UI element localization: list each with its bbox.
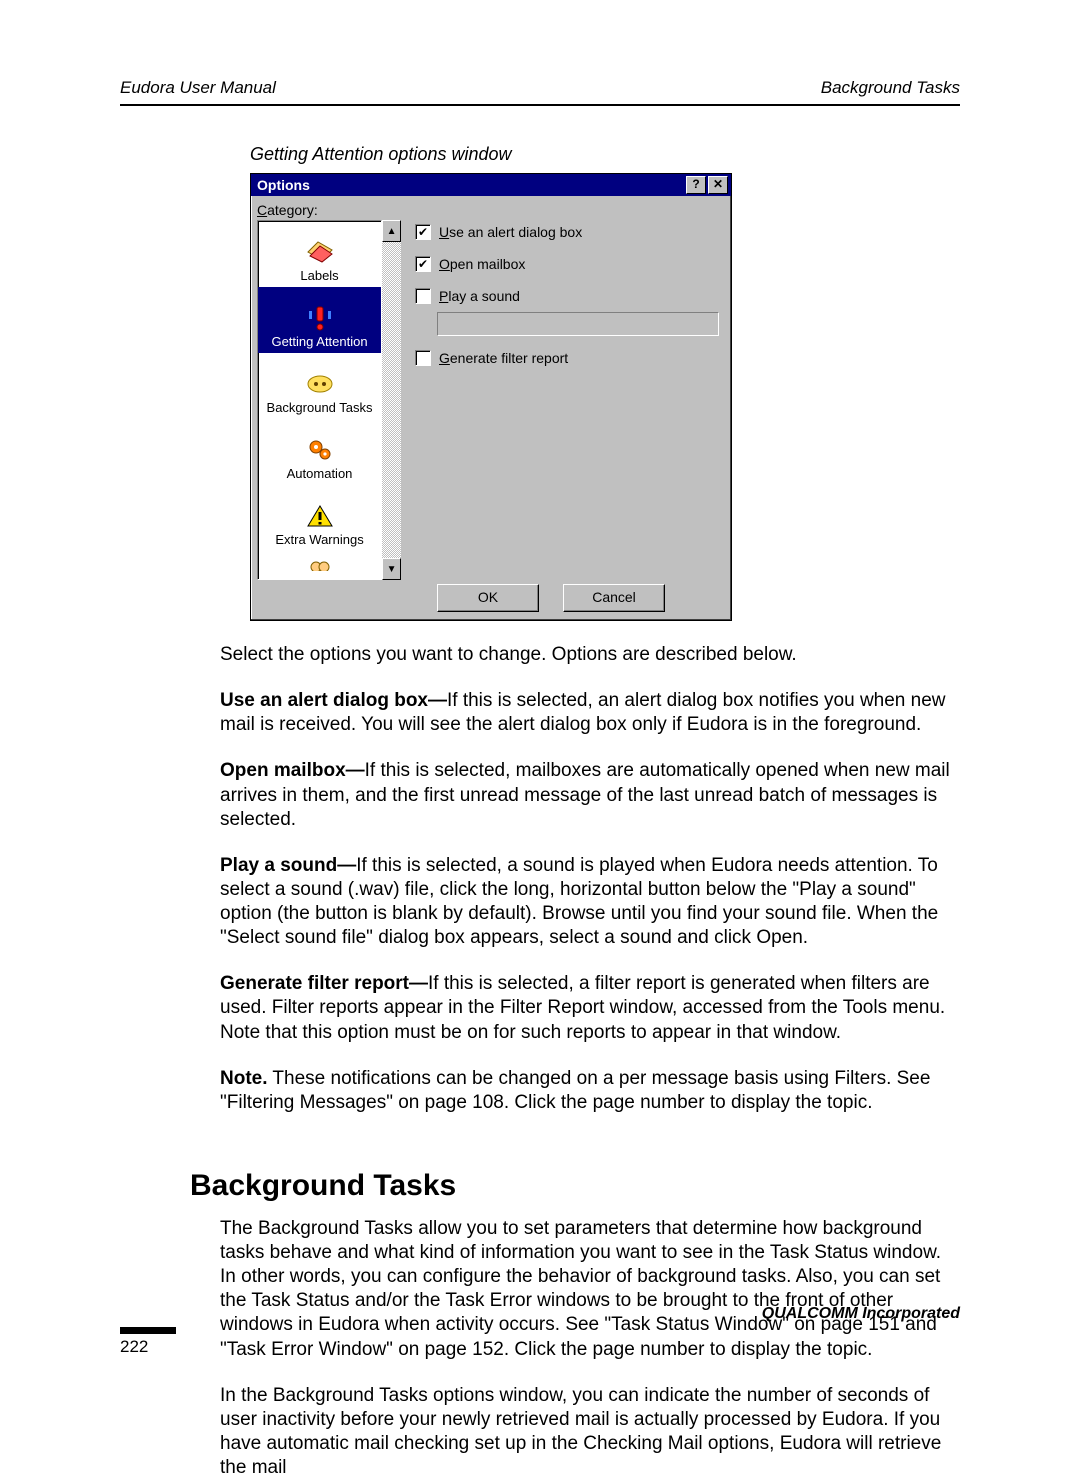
- category-label-text: Background Tasks: [267, 400, 373, 415]
- category-list[interactable]: Labels Getting Attention Background Task…: [257, 220, 382, 580]
- paragraph-open-mailbox: Open mailbox—If this is selected, mailbo…: [220, 759, 960, 831]
- close-button[interactable]: ✕: [708, 176, 728, 194]
- help-button[interactable]: ?: [686, 176, 706, 194]
- page-footer: QUALCOMM Incorporated 222: [120, 1305, 960, 1357]
- category-scrollbar[interactable]: ▲ ▼: [382, 220, 401, 580]
- options-panel: ✔ Use an alert dialog box ✔ Open mailbox…: [401, 220, 725, 580]
- titlebar[interactable]: Options ? ✕: [251, 174, 731, 196]
- category-label-text: Extra Warnings: [275, 532, 363, 547]
- header-rule: [120, 104, 960, 106]
- options-window: Options ? ✕ Category: Labels: [250, 173, 732, 621]
- footer-company: QUALCOMM Incorporated: [120, 1305, 960, 1323]
- option-label: Open mailbox: [439, 256, 525, 272]
- ok-button[interactable]: OK: [437, 584, 539, 612]
- option-label: Generate filter report: [439, 350, 568, 366]
- paragraph-use-alert: Use an alert dialog box—If this is selec…: [220, 689, 960, 737]
- automation-icon: [304, 436, 336, 464]
- category-item-background-tasks[interactable]: Background Tasks: [258, 353, 381, 419]
- scroll-down-button[interactable]: ▼: [382, 558, 401, 580]
- checkbox-filter-report[interactable]: [415, 350, 431, 366]
- para-text: These notifications can be changed on a …: [220, 1068, 930, 1113]
- paragraph-play-sound: Play a sound—If this is selected, a soun…: [220, 854, 960, 951]
- scroll-up-button[interactable]: ▲: [382, 220, 401, 242]
- bold-lead: Note.: [220, 1068, 268, 1089]
- bold-lead: Generate filter report—: [220, 973, 428, 994]
- checkbox-use-alert[interactable]: ✔: [415, 224, 431, 240]
- dialog-button-row: OK Cancel: [257, 580, 725, 614]
- window-body: Category: Labels Getting Attention: [251, 196, 731, 620]
- body-text: Select the options you want to change. O…: [220, 643, 960, 1115]
- window-middle: Labels Getting Attention Background Task…: [257, 220, 725, 580]
- section-heading-background-tasks: Background Tasks: [190, 1169, 960, 1203]
- category-item-partial[interactable]: [258, 551, 381, 579]
- sound-file-button[interactable]: [437, 312, 719, 336]
- category-item-labels[interactable]: Labels: [258, 221, 381, 287]
- labels-icon: [304, 238, 336, 266]
- category-label-text: Labels: [300, 268, 338, 283]
- scroll-track[interactable]: [382, 242, 401, 558]
- option-label: Use an alert dialog box: [439, 224, 582, 240]
- option-use-alert[interactable]: ✔ Use an alert dialog box: [415, 224, 719, 240]
- category-label-text: Automation: [287, 466, 353, 481]
- category-label-text: Getting Attention: [271, 334, 367, 349]
- option-filter-report[interactable]: Generate filter report: [415, 350, 719, 366]
- intro-paragraph: Select the options you want to change. O…: [220, 643, 960, 667]
- category-item-extra-warnings[interactable]: Extra Warnings: [258, 485, 381, 551]
- checkbox-open-mailbox[interactable]: ✔: [415, 256, 431, 272]
- category-item-automation[interactable]: Automation: [258, 419, 381, 485]
- figure-caption: Getting Attention options window: [250, 144, 960, 165]
- background-tasks-icon: [304, 370, 336, 398]
- paragraph-note: Note. These notifications can be changed…: [220, 1067, 960, 1115]
- footer-bar: [120, 1327, 176, 1334]
- footer-page-number: 222: [120, 1337, 960, 1357]
- category-label: Category:: [257, 202, 725, 218]
- page-header: Eudora User Manual Background Tasks: [120, 78, 960, 104]
- bold-lead: Use an alert dialog box—: [220, 690, 447, 711]
- window-title: Options: [257, 177, 684, 193]
- checkbox-play-sound[interactable]: [415, 288, 431, 304]
- bold-lead: Play a sound—: [220, 855, 356, 876]
- partial-icon: [304, 551, 336, 575]
- attention-icon: [304, 304, 336, 332]
- section-paragraph-2: In the Background Tasks options window, …: [220, 1384, 960, 1480]
- header-right: Background Tasks: [821, 78, 960, 98]
- cancel-button[interactable]: Cancel: [563, 584, 665, 612]
- header-left: Eudora User Manual: [120, 78, 276, 98]
- warning-icon: [304, 502, 336, 530]
- category-item-getting-attention[interactable]: Getting Attention: [258, 287, 381, 353]
- option-label: Play a sound: [439, 288, 520, 304]
- option-play-sound[interactable]: Play a sound: [415, 288, 719, 304]
- paragraph-filter-report: Generate filter report—If this is select…: [220, 972, 960, 1044]
- bold-lead: Open mailbox—: [220, 760, 365, 781]
- document-page: Eudora User Manual Background Tasks Gett…: [0, 0, 1080, 1397]
- option-open-mailbox[interactable]: ✔ Open mailbox: [415, 256, 719, 272]
